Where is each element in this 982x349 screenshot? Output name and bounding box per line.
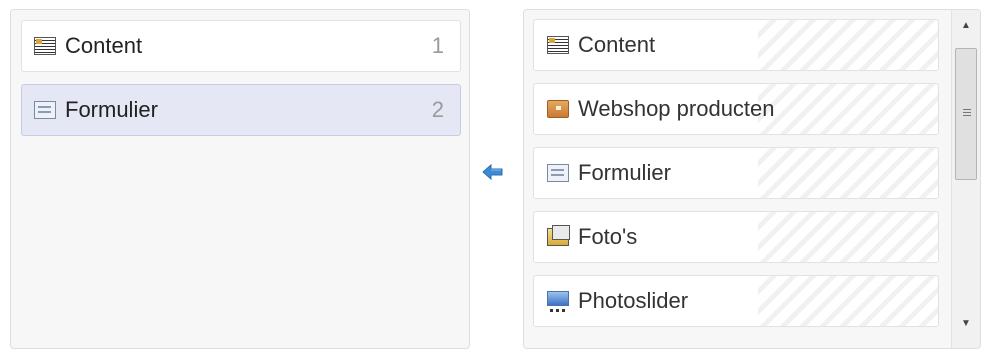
content-icon: [547, 36, 569, 54]
selected-modules-panel: Content 1 Formulier 2: [10, 9, 470, 349]
available-modules-panel: Content Webshop producten Formulier Foto…: [523, 9, 981, 349]
photos-icon: [547, 225, 570, 246]
right-item-fotos[interactable]: Foto's: [533, 211, 939, 263]
left-item-formulier[interactable]: Formulier 2: [21, 84, 461, 136]
form-icon: [547, 164, 569, 182]
left-item-count: 1: [431, 33, 444, 58]
vertical-scrollbar[interactable]: ▲ ▼: [951, 10, 980, 348]
right-item-formulier[interactable]: Formulier: [533, 147, 939, 199]
scrollbar-thumb[interactable]: [955, 48, 977, 180]
right-item-label: Photoslider: [578, 288, 689, 313]
right-item-photoslider[interactable]: Photoslider: [533, 275, 939, 327]
right-item-label: Formulier: [578, 160, 671, 185]
left-item-label: Formulier: [65, 97, 158, 122]
left-item-count: 2: [431, 97, 444, 122]
scroll-down-icon[interactable]: ▼: [952, 312, 980, 336]
right-item-label: Foto's: [578, 224, 638, 249]
left-item-label: Content: [65, 33, 143, 58]
box-icon: [547, 100, 569, 118]
right-item-content[interactable]: Content: [533, 19, 939, 71]
form-icon: [34, 101, 56, 119]
grip-icon: [963, 109, 971, 116]
right-item-label: Webshop producten: [578, 96, 775, 121]
right-item-webshop-producten[interactable]: Webshop producten: [533, 83, 939, 135]
slider-icon: [547, 290, 569, 312]
arrow-left-icon[interactable]: [482, 163, 504, 181]
content-icon: [34, 37, 56, 55]
scroll-up-icon[interactable]: ▲: [952, 14, 980, 38]
right-item-label: Content: [578, 32, 656, 57]
left-item-content[interactable]: Content 1: [21, 20, 461, 72]
